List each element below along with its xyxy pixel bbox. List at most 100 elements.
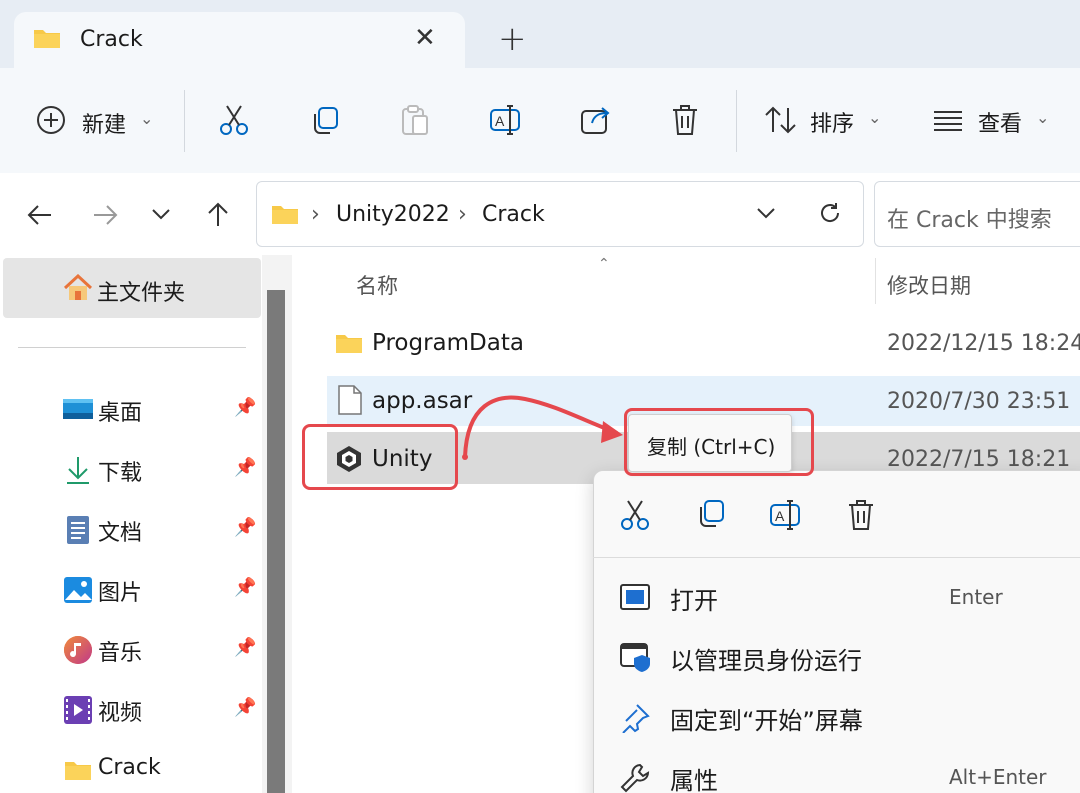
music-icon: [64, 636, 92, 664]
pin-icon: [622, 704, 650, 733]
column-header-modified[interactable]: 修改日期: [887, 270, 971, 300]
trash-icon: [673, 105, 697, 135]
rename-icon: A: [770, 500, 800, 530]
sidebar-item-pictures[interactable]: 图片 📌: [62, 573, 262, 609]
annotation-highlight-copy: [624, 408, 814, 476]
file-name: ProgramData: [372, 330, 524, 356]
paste-button[interactable]: [400, 104, 430, 136]
document-icon: [67, 516, 89, 544]
sidebar-item-desktop[interactable]: 桌面 📌: [62, 393, 262, 429]
pin-icon: 📌: [234, 637, 257, 658]
sort-icon: [765, 106, 796, 134]
sidebar-item-music[interactable]: 音乐 📌: [62, 633, 262, 669]
divider: [184, 90, 185, 152]
sidebar-item-crack[interactable]: Crack: [62, 753, 262, 789]
sidebar-item-downloads[interactable]: 下载 📌: [62, 453, 262, 489]
folder-icon: [33, 27, 61, 49]
menu-item-open[interactable]: 打开 Enter: [600, 575, 1080, 621]
open-window-icon: [620, 584, 650, 610]
sidebar-item-videos[interactable]: 视频 📌: [62, 693, 262, 729]
wrench-icon: [620, 763, 650, 793]
copy-icon: [700, 500, 724, 527]
sidebar-item-label: 图片: [98, 581, 143, 606]
sidebar-item-documents[interactable]: 文档 📌: [62, 513, 262, 549]
file-date: 2020/7/30 23:51: [887, 389, 1071, 414]
plus-circle-icon: [36, 105, 66, 135]
sort-ascending-icon: ⌃: [598, 256, 610, 272]
file-explorer-window: { "tab": {"title": "Crack", "close_glyph…: [0, 0, 1080, 793]
sidebar-item-label: 音乐: [98, 641, 143, 666]
sidebar-item-label: Crack: [98, 755, 161, 780]
context-cut-button[interactable]: [620, 499, 650, 531]
column-header-name[interactable]: 名称: [356, 270, 398, 300]
file-date: 2022/12/15 18:24: [887, 331, 1080, 356]
annotation-highlight-unity: [302, 424, 458, 490]
forward-button[interactable]: [92, 204, 118, 226]
clipboard-icon: [402, 105, 428, 135]
scissors-icon: [621, 500, 649, 530]
rename-button[interactable]: A: [489, 104, 523, 136]
pin-icon: 📌: [234, 397, 257, 418]
sidebar-item-label: 视频: [98, 701, 143, 726]
sidebar-scrollbar[interactable]: [267, 290, 285, 793]
sidebar-item-label: 桌面: [98, 401, 143, 426]
folder-icon: [335, 332, 363, 354]
sidebar-item-label: 文档: [98, 521, 143, 546]
view-label: 查看: [978, 112, 1023, 137]
pin-icon: 📌: [234, 577, 257, 598]
context-copy-button[interactable]: [696, 499, 726, 529]
breadcrumb-separator: ›: [311, 202, 320, 227]
context-rename-button[interactable]: A: [769, 499, 803, 531]
back-button[interactable]: [27, 204, 53, 226]
share-button[interactable]: [580, 105, 612, 135]
cut-button[interactable]: [219, 104, 249, 136]
column-divider: [875, 258, 876, 304]
pictures-icon: [64, 577, 92, 603]
copy-icon: [314, 107, 338, 134]
video-icon: [64, 696, 92, 724]
pin-icon: 📌: [234, 517, 257, 538]
up-button[interactable]: [206, 202, 230, 228]
chevron-down-icon: [152, 209, 170, 220]
refresh-icon: [821, 203, 840, 222]
refresh-button[interactable]: [818, 201, 842, 225]
view-list-icon: [934, 111, 962, 131]
chevron-down-icon: [757, 208, 775, 219]
recent-locations-button[interactable]: [151, 208, 171, 222]
menu-item-label: 固定到“开始”屏幕: [670, 707, 863, 735]
scissors-icon: [220, 105, 248, 135]
desktop-icon: [63, 399, 93, 419]
share-icon: [581, 107, 610, 134]
command-bar: [0, 68, 1080, 173]
rename-icon: A: [490, 105, 520, 135]
svg-text:A: A: [775, 508, 785, 524]
menu-item-run-as-admin[interactable]: 以管理员身份运行: [600, 635, 1080, 681]
shield-icon: [620, 643, 650, 672]
chevron-down-icon: ⌄: [1036, 108, 1050, 127]
arrow-left-icon: [27, 205, 51, 225]
menu-item-properties[interactable]: 属性 Alt+Enter: [600, 755, 1080, 793]
sidebar-home-label: 主文件夹: [97, 281, 186, 306]
folder-icon: [65, 762, 91, 780]
divider: [736, 90, 737, 152]
arrow-right-icon: [94, 205, 118, 225]
copy-button[interactable]: [310, 106, 340, 136]
arrow-up-icon: [208, 202, 228, 226]
breadcrumb-unity2022[interactable]: Unity2022: [336, 202, 450, 227]
menu-item-label: 打开: [670, 587, 718, 615]
menu-item-pin-to-start[interactable]: 固定到“开始”屏幕: [600, 695, 1080, 741]
chevron-down-icon: ⌄: [140, 109, 154, 128]
folder-icon: [271, 203, 299, 225]
sort-label: 排序: [810, 112, 855, 137]
divider: [18, 347, 246, 348]
trash-icon: [849, 500, 873, 530]
menu-item-shortcut: Alt+Enter: [949, 765, 1047, 789]
close-tab-icon[interactable]: ✕: [414, 25, 436, 51]
chevron-down-icon: ⌄: [868, 108, 882, 127]
new-tab-button[interactable]: +: [498, 22, 527, 56]
delete-button[interactable]: [671, 104, 699, 136]
address-history-button[interactable]: [756, 207, 776, 221]
context-delete-button[interactable]: [847, 499, 875, 531]
breadcrumb-crack[interactable]: Crack: [482, 202, 545, 227]
search-placeholder: 在 Crack 中搜索: [887, 208, 1052, 233]
